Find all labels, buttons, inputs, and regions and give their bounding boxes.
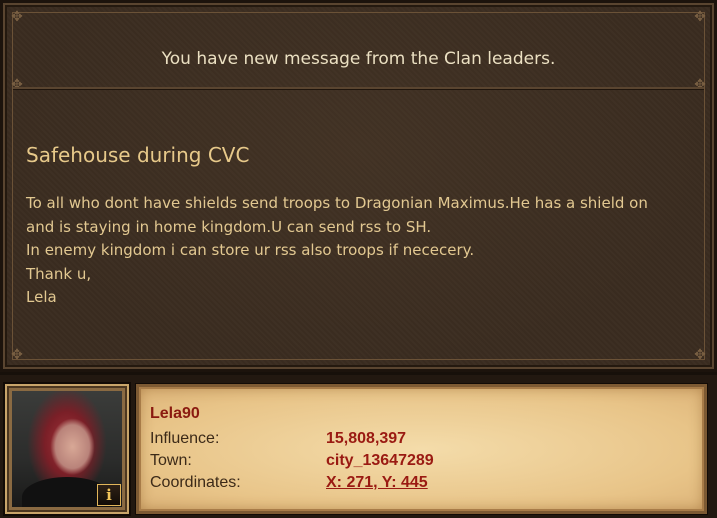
avatar[interactable]: i — [5, 384, 129, 514]
message-panel: ✥ ✥ ✥ ✥ ✥ ✥ You have new message from th… — [0, 0, 717, 372]
message-header: You have new message from the Clan leade… — [13, 13, 704, 89]
message-subject: Safehouse during CVC — [26, 143, 250, 167]
message-body: To all who dont have shields send troops… — [26, 192, 706, 310]
sender-bar: i Lela90 Influence: 15,808,397 Town: cit… — [0, 372, 717, 518]
ornament-corner-icon: ✥ — [694, 347, 706, 363]
message-body-line: In enemy kingdom i can store ur rss also… — [26, 241, 475, 259]
sender-info-card: Lela90 Influence: 15,808,397 Town: city_… — [136, 384, 707, 514]
message-body-line: and is staying in home kingdom.U can sen… — [26, 217, 432, 236]
sender-name[interactable]: Lela90 — [150, 405, 200, 423]
influence-label: Influence: — [150, 430, 220, 447]
town-value: city_13647289 — [326, 452, 434, 469]
message-body-line: Lela — [26, 288, 57, 306]
message-body-line: To all who dont have shields send troops… — [26, 194, 648, 212]
message-body-line: Thank u, — [26, 264, 92, 283]
influence-value: 15,808,397 — [326, 430, 407, 447]
coordinates-label: Coordinates: — [150, 474, 241, 491]
town-label: Town: — [150, 452, 192, 469]
message-header-text: You have new message from the Clan leade… — [161, 49, 556, 69]
ornament-corner-icon: ✥ — [11, 347, 23, 363]
info-icon[interactable]: i — [97, 484, 121, 506]
coordinates-link[interactable]: X: 271, Y: 445 — [326, 474, 428, 492]
